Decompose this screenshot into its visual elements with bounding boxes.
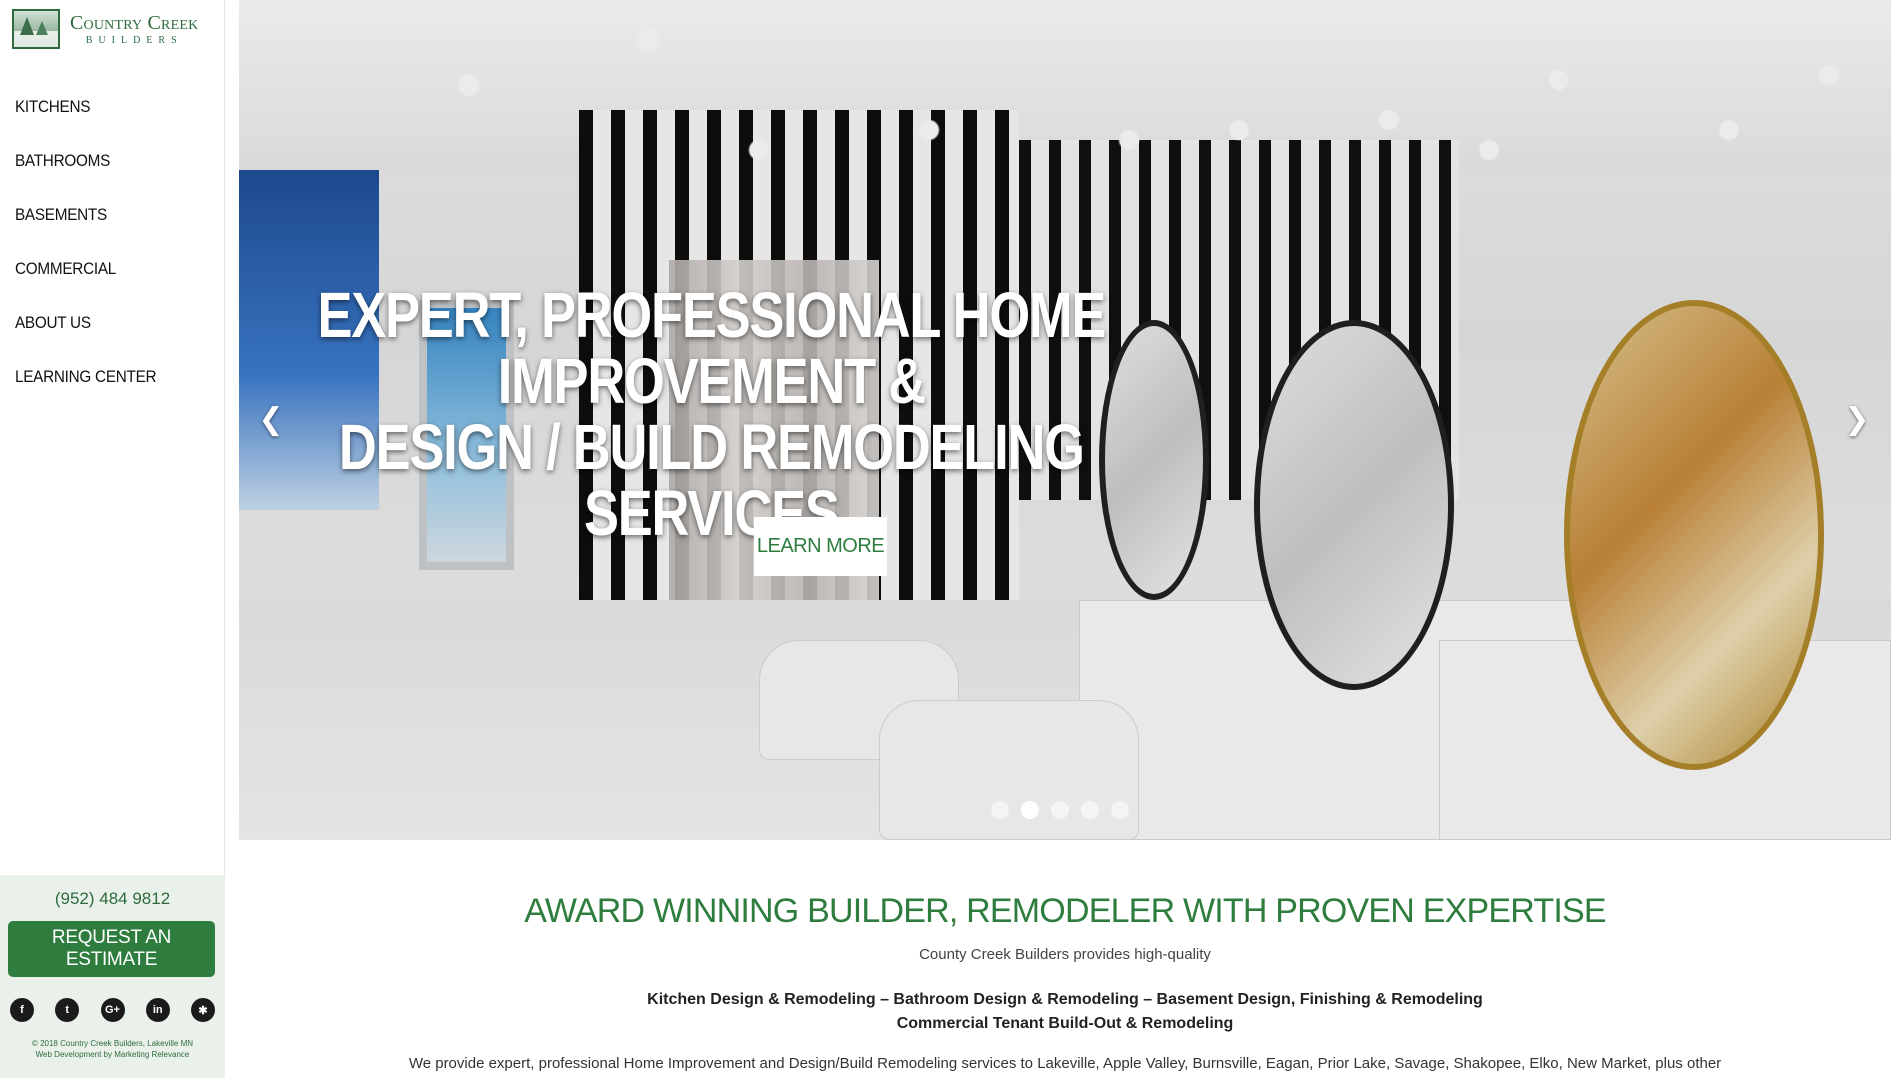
logo-name: Country Creek: [70, 11, 199, 34]
credit-line[interactable]: Web Development by Marketing Relevance: [0, 1049, 225, 1060]
yelp-icon[interactable]: ✱: [191, 998, 215, 1022]
facebook-icon[interactable]: f: [10, 998, 34, 1022]
nav-link-basements[interactable]: BASEMENTS: [15, 205, 107, 225]
hero-headline: EXPERT, PROFESSIONAL HOME IMPROVEMENT & …: [239, 282, 1184, 546]
twitter-icon[interactable]: t: [55, 998, 80, 1022]
logo-mark-icon: [12, 9, 60, 49]
services-list: Kitchen Design & Remodeling – Bathroom D…: [239, 988, 1891, 1036]
section-tagline: County Creek Builders provides high-qual…: [919, 946, 1211, 963]
carousel-next-icon[interactable]: ❯: [1842, 405, 1872, 435]
sidebar-contact-panel: (952) 484 9812 REQUEST AN ESTIMATE f t G…: [0, 875, 225, 1078]
nav-item-kitchens: KITCHENS: [15, 80, 172, 134]
nav-link-about-us[interactable]: ABOUT US: [15, 313, 91, 333]
nav-link-commercial[interactable]: COMMERCIAL: [15, 259, 116, 279]
hero-headline-line2: DESIGN / BUILD REMODELING SERVICES: [338, 411, 1085, 549]
carousel-dot-4[interactable]: [1081, 801, 1099, 819]
hero-headline-line1: EXPERT, PROFESSIONAL HOME IMPROVEMENT &: [317, 279, 1106, 417]
copyright: © 2018 Country Creek Builders, Lakeville…: [0, 1038, 225, 1060]
request-estimate-button[interactable]: REQUEST AN ESTIMATE: [8, 921, 215, 977]
site-logo[interactable]: Country Creek BUILDERS: [12, 8, 212, 50]
carousel-prev-icon[interactable]: ❮: [256, 405, 286, 435]
google-plus-icon[interactable]: G+: [100, 998, 125, 1022]
nav-item-bathrooms: BATHROOMS: [15, 134, 172, 188]
carousel-indicators: [991, 801, 1129, 819]
nav-item-about-us: ABOUT US: [15, 296, 172, 350]
services-line: Commercial Tenant Build-Out & Remodeling: [896, 1015, 1234, 1032]
section-heading: AWARD WINNING BUILDER, REMODELER WITH PR…: [524, 892, 1606, 930]
linkedin-icon[interactable]: in: [145, 998, 170, 1022]
intro-section: AWARD WINNING BUILDER, REMODELER WITH PR…: [239, 840, 1891, 1078]
social-links: f t G+ in ✱: [10, 998, 215, 1022]
carousel-dot-2[interactable]: [1021, 801, 1039, 819]
carousel-dot-3[interactable]: [1051, 801, 1069, 819]
nav-item-basements: BASEMENTS: [15, 188, 172, 242]
carousel-dot-1[interactable]: [991, 801, 1009, 819]
carousel-dot-5[interactable]: [1111, 801, 1129, 819]
services-line: Kitchen Design & Remodeling – Bathroom D…: [647, 991, 1483, 1008]
hero-carousel: EXPERT, PROFESSIONAL HOME IMPROVEMENT & …: [239, 0, 1891, 840]
section-description: We provide expert, professional Home Imp…: [408, 1055, 1722, 1072]
main-nav: KITCHENS BATHROOMS BASEMENTS COMMERCIAL …: [15, 80, 172, 404]
nav-link-bathrooms[interactable]: BATHROOMS: [15, 151, 110, 171]
nav-item-learning-center: LEARNING CENTER: [15, 350, 172, 404]
copyright-line: © 2018 Country Creek Builders, Lakeville…: [31, 1039, 194, 1048]
logo-subtitle: BUILDERS: [85, 34, 183, 46]
learn-more-button[interactable]: LEARN MORE: [754, 517, 887, 576]
nav-link-learning-center[interactable]: LEARNING CENTER: [15, 367, 157, 387]
nav-link-kitchens[interactable]: KITCHENS: [15, 97, 90, 117]
phone-number[interactable]: (952) 484 9812: [0, 889, 225, 909]
sidebar: Country Creek BUILDERS KITCHENS BATHROOM…: [0, 0, 225, 1078]
nav-item-commercial: COMMERCIAL: [15, 242, 172, 296]
